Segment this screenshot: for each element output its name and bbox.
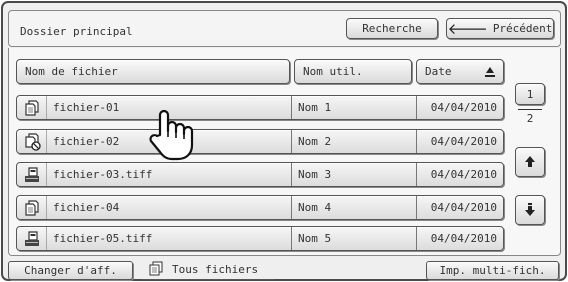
hand-pointer-icon (149, 109, 194, 161)
file-row[interactable]: fichier-03.tiff Nom 3 04/04/2010 (16, 162, 504, 187)
file-row[interactable]: fichier-04 Nom 4 04/04/2010 (16, 195, 504, 220)
page-divider (518, 109, 542, 110)
file-type-cell (17, 163, 47, 186)
file-date-cell: 04/04/2010 (416, 130, 503, 153)
scanned-image-icon (24, 166, 39, 182)
column-header-filename[interactable]: Nom de fichier (16, 59, 290, 84)
previous-button[interactable]: 🡐 Précédent (446, 18, 554, 39)
scroll-up-button[interactable] (515, 147, 545, 177)
column-header-date-label: Date (425, 65, 452, 78)
file-row[interactable]: fichier-05.tiff Nom 5 04/04/2010 (16, 226, 504, 251)
file-name-cell: fichier-03.tiff (53, 168, 153, 181)
all-files-filter[interactable]: Tous fichiers (142, 259, 274, 280)
arrow-up-icon (525, 156, 535, 167)
folder-header: Dossier principal Recherche 🡐 Précédent (8, 10, 561, 47)
search-button-label: Recherche (362, 22, 422, 35)
search-button[interactable]: Recherche (346, 18, 438, 39)
column-header-date[interactable]: Date (416, 59, 504, 84)
all-files-icon (149, 261, 163, 276)
file-name-cell: fichier-05.tiff (53, 232, 153, 245)
file-date-cell: 04/04/2010 (416, 227, 503, 250)
file-user-cell: Nom 2 (291, 130, 416, 153)
scroll-down-button[interactable] (515, 195, 545, 225)
copy-document-prohibited-icon (24, 132, 41, 151)
file-name-cell: fichier-04 (53, 201, 120, 214)
arrow-down-icon (525, 203, 535, 216)
file-user-cell: Nom 5 (291, 227, 416, 250)
current-page-number: 1 (526, 87, 534, 101)
file-date-cell: 04/04/2010 (416, 196, 503, 219)
total-pages: 2 (526, 112, 534, 125)
file-user-cell: Nom 4 (291, 196, 416, 219)
multi-file-print-label: Imp. multi-fich. (439, 264, 546, 277)
file-date-cell: 04/04/2010 (416, 96, 503, 119)
change-view-button[interactable]: Changer d'aff. (8, 261, 133, 280)
column-header-filename-label: Nom de fichier (25, 65, 118, 78)
multi-file-print-button[interactable]: Imp. multi-fich. (426, 261, 559, 280)
file-user-cell: Nom 1 (291, 96, 416, 119)
file-type-cell (17, 196, 47, 219)
file-date-cell: 04/04/2010 (416, 163, 503, 186)
all-files-label: Tous fichiers (172, 262, 259, 276)
scanned-image-icon (24, 230, 39, 246)
current-page-button[interactable]: 1 (515, 83, 545, 105)
column-header-username-label: Nom util. (303, 65, 363, 78)
file-row[interactable]: fichier-02 Nom 2 04/04/2010 (16, 129, 504, 154)
file-type-cell (17, 96, 47, 119)
change-view-label: Changer d'aff. (24, 264, 117, 277)
copy-document-icon (24, 199, 39, 216)
file-type-cell (17, 227, 47, 250)
file-user-cell: Nom 3 (291, 163, 416, 186)
column-header-username[interactable]: Nom util. (294, 59, 412, 84)
folder-title: Dossier principal (20, 25, 133, 38)
previous-button-label: Précédent (492, 22, 553, 35)
file-row[interactable]: fichier-01 Nom 1 04/04/2010 (16, 95, 504, 120)
copy-document-icon (24, 99, 39, 116)
arrow-left-icon: 🡐 (447, 20, 488, 38)
sort-ascending-icon (485, 66, 496, 77)
file-type-cell (17, 130, 47, 153)
